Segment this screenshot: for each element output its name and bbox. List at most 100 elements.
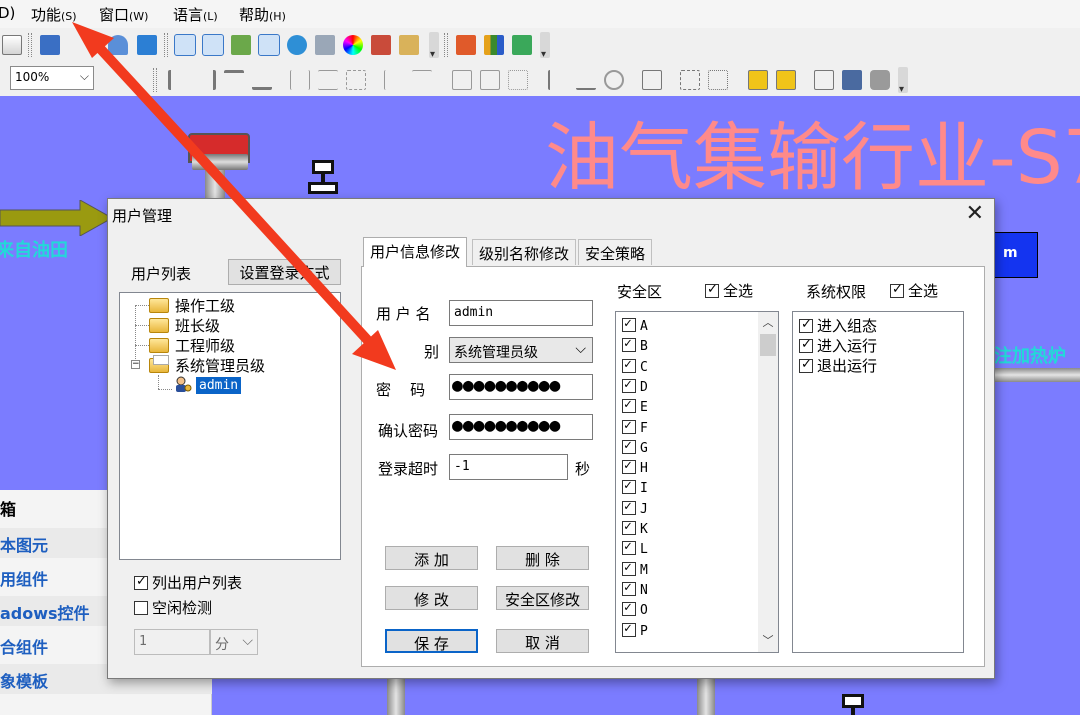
permissions-list[interactable]: 进入组态进入运行退出运行	[792, 311, 964, 653]
menu-language[interactable]: 语言(L)	[173, 4, 218, 25]
canvas-blue-box[interactable]: m	[988, 232, 1038, 278]
menu-function[interactable]: 功能(S)	[31, 4, 77, 25]
security-zone-item[interactable]: D	[622, 377, 648, 399]
scrollbar-thumb[interactable]	[760, 334, 776, 356]
menu-help[interactable]: 帮助(H)	[239, 4, 286, 25]
list-users-checkbox[interactable]: 列出用户列表	[134, 572, 242, 593]
idle-unit-select[interactable]: 分 ⌵	[210, 629, 258, 655]
tab-security-policy[interactable]: 安全策略	[578, 239, 653, 265]
align-left-icon[interactable]	[168, 70, 188, 90]
tab-user-info[interactable]: 用户信息修改	[363, 237, 468, 267]
permission-item[interactable]: 进入运行	[799, 335, 877, 355]
permissions-select-all[interactable]: 全选	[890, 280, 938, 301]
distribute-h-icon[interactable]	[384, 70, 404, 90]
grid-icon[interactable]	[2, 35, 22, 55]
level-select[interactable]: 系统管理员级 ⌵	[449, 337, 593, 363]
toolbar-overflow[interactable]	[429, 32, 439, 60]
bring-front-icon[interactable]	[748, 70, 768, 90]
security-zone-item[interactable]: J	[622, 499, 648, 521]
tree-item-operator[interactable]: 操作工级	[175, 295, 235, 315]
login-mode-button[interactable]: 设置登录方式	[228, 259, 341, 285]
zoom-select[interactable]: 100% ⌵	[10, 66, 94, 90]
tree-item-admin[interactable]: admin	[196, 375, 242, 395]
align-bottom-icon[interactable]	[252, 70, 272, 90]
security-zone-item[interactable]: M	[622, 560, 648, 582]
user-tree[interactable]: − 操作工级 班长级 工程师级 系统管理员级 admin	[119, 292, 341, 560]
security-zone-item[interactable]: H	[622, 458, 648, 480]
save-button[interactable]: 保 存	[385, 629, 478, 653]
security-zone-item[interactable]: A	[622, 316, 648, 338]
chart-tool-icon[interactable]	[231, 35, 251, 55]
tree-item-engineer[interactable]: 工程师级	[175, 335, 235, 355]
transmitter-icon[interactable]	[836, 694, 870, 715]
group-icon[interactable]	[642, 70, 662, 90]
flow-icon[interactable]	[315, 35, 335, 55]
permission-item[interactable]: 退出运行	[799, 355, 877, 375]
same-width-icon[interactable]	[452, 70, 472, 90]
security-zone-item[interactable]: L	[622, 539, 648, 561]
idle-minutes-input[interactable]: 1	[134, 629, 210, 655]
delete-button[interactable]: 删 除	[496, 546, 589, 570]
security-zone-item[interactable]: F	[622, 418, 648, 440]
security-zone-item[interactable]: C	[622, 357, 648, 379]
toolbar-overflow[interactable]	[898, 67, 908, 95]
modify-button[interactable]: 修 改	[385, 586, 478, 610]
align-right-icon[interactable]	[196, 70, 216, 90]
ungroup-icon[interactable]	[680, 70, 700, 90]
security-zone-item[interactable]: B	[622, 336, 648, 358]
close-icon[interactable]: ✕	[966, 201, 984, 226]
menu-window[interactable]: 窗口(W)	[99, 4, 148, 25]
center-v-icon[interactable]	[318, 70, 338, 90]
security-zone-select-all[interactable]: 全选	[705, 280, 753, 301]
security-zone-list[interactable]: ABCDEFGHIJKLMNOP ︿ ﹀	[615, 311, 779, 653]
settings-icon[interactable]	[202, 34, 224, 56]
transmitter-icon[interactable]	[306, 160, 340, 198]
color-wheel-icon[interactable]	[343, 35, 363, 55]
security-zone-item[interactable]: E	[622, 397, 648, 419]
same-size-icon[interactable]	[508, 70, 528, 90]
tree-item-sysadmin[interactable]: 系统管理员级	[175, 355, 265, 375]
globe-icon[interactable]	[287, 35, 307, 55]
security-zone-item[interactable]: O	[622, 600, 648, 622]
password-input[interactable]: ●●●●●●●●●●	[449, 374, 593, 400]
chevron-up-icon[interactable]: ︿	[758, 314, 778, 332]
lock-icon[interactable]	[870, 70, 890, 90]
menu-item-partial[interactable]: D)	[0, 4, 15, 22]
rotate-icon[interactable]	[604, 70, 624, 90]
security-zone-item[interactable]: I	[622, 478, 648, 500]
scrollbar[interactable]: ︿ ﹀	[758, 312, 778, 652]
collapse-icon[interactable]: −	[131, 360, 140, 369]
cubes-icon[interactable]	[512, 35, 532, 55]
add-button[interactable]: 添 加	[385, 546, 478, 570]
screen-icon[interactable]	[842, 70, 862, 90]
layers-icon[interactable]	[814, 70, 834, 90]
login-timeout-input[interactable]: -1	[449, 454, 568, 480]
idle-check-checkbox[interactable]: 空闲检测	[134, 597, 212, 618]
center-icon[interactable]	[346, 70, 366, 90]
send-back-icon[interactable]	[776, 70, 796, 90]
security-zone-item[interactable]: P	[622, 621, 648, 643]
window-icon[interactable]	[137, 35, 157, 55]
combine-icon[interactable]	[708, 70, 728, 90]
report-icon[interactable]	[456, 35, 476, 55]
chevron-down-icon[interactable]: ﹀	[758, 632, 778, 650]
blocks-icon[interactable]	[371, 35, 391, 55]
tab-level-names[interactable]: 级别名称修改	[472, 239, 577, 265]
bar-chart-icon[interactable]	[484, 35, 504, 55]
toolbar-overflow[interactable]	[540, 32, 550, 60]
security-zone-item[interactable]: K	[622, 519, 648, 541]
zone-modify-button[interactable]: 安全区修改	[496, 586, 589, 610]
flip-h-icon[interactable]	[548, 70, 568, 90]
pen-icon[interactable]	[399, 35, 419, 55]
security-zone-item[interactable]: N	[622, 580, 648, 602]
align-top-icon[interactable]	[224, 70, 244, 90]
distribute-v-icon[interactable]	[412, 70, 432, 90]
confirm-password-input[interactable]: ●●●●●●●●●●	[449, 414, 593, 440]
monitor-icon[interactable]	[40, 35, 60, 55]
security-zone-item[interactable]: G	[622, 438, 648, 460]
same-height-icon[interactable]	[480, 70, 500, 90]
cancel-button[interactable]: 取 消	[496, 629, 589, 653]
curve-icon[interactable]	[108, 35, 128, 55]
tree-item-shift-leader[interactable]: 班长级	[175, 315, 220, 335]
username-input[interactable]: admin	[449, 300, 593, 326]
